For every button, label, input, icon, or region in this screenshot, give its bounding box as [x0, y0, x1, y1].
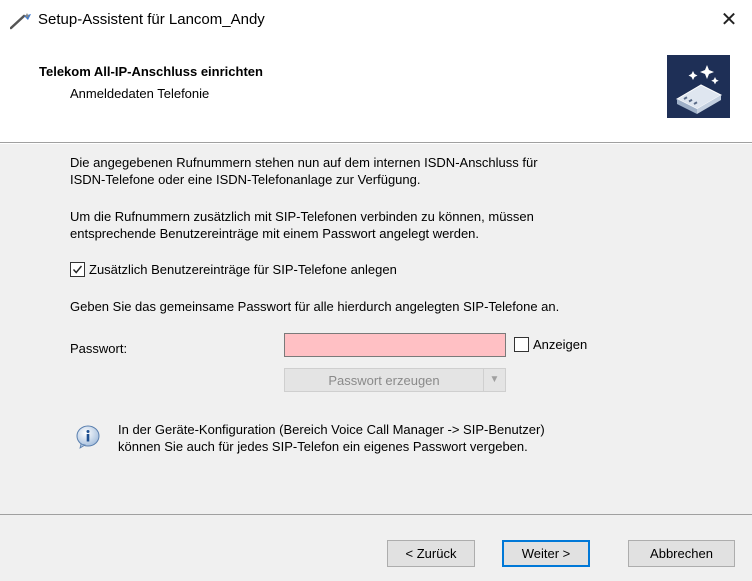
- next-button[interactable]: Weiter >: [502, 540, 590, 567]
- title-bar: Setup-Assistent für Lancom_Andy ✕: [0, 0, 752, 42]
- sip-users-checkbox-label: Zusätzlich Benutzereinträge für SIP-Tele…: [89, 262, 397, 277]
- intro-paragraph-2: Um die Rufnummern zusätzlich mit SIP-Tel…: [70, 208, 534, 242]
- wizard-footer: < Zurück Weiter > Abbrechen: [0, 515, 752, 581]
- chevron-down-icon[interactable]: ▼: [483, 369, 505, 391]
- password-label: Passwort:: [70, 341, 128, 356]
- page-subtitle: Anmeldedaten Telefonie: [70, 86, 210, 101]
- text-line: In der Geräte-Konfiguration (Bereich Voi…: [118, 422, 545, 437]
- password-instruction: Geben Sie das gemeinsame Passwort für al…: [70, 299, 560, 314]
- text-line: Die angegebenen Rufnummern stehen nun au…: [70, 155, 538, 170]
- text-line: Um die Rufnummern zusätzlich mit SIP-Tel…: [70, 209, 534, 224]
- cancel-button[interactable]: Abbrechen: [628, 540, 735, 567]
- back-button[interactable]: < Zurück: [387, 540, 475, 567]
- close-icon: ✕: [720, 9, 738, 31]
- wizard-device-icon: [667, 55, 730, 118]
- text-line: ISDN-Telefone oder eine ISDN-Telefonanla…: [70, 172, 421, 187]
- info-text: In der Geräte-Konfiguration (Bereich Voi…: [118, 421, 545, 455]
- page-title: Telekom All-IP-Anschluss einrichten: [39, 64, 263, 79]
- window-title: Setup-Assistent für Lancom_Andy: [38, 11, 265, 28]
- generate-password-label: Passwort erzeugen: [328, 373, 440, 388]
- wizard-wand-icon: [10, 13, 31, 30]
- checkbox-box[interactable]: [514, 337, 529, 352]
- close-button[interactable]: ✕: [706, 0, 752, 42]
- sip-users-checkbox[interactable]: Zusätzlich Benutzereinträge für SIP-Tele…: [70, 262, 397, 277]
- show-password-checkbox[interactable]: Anzeigen: [514, 337, 587, 352]
- password-input[interactable]: [284, 333, 506, 357]
- checkbox-box[interactable]: [70, 262, 85, 277]
- wizard-content: Die angegebenen Rufnummern stehen nun au…: [0, 144, 752, 514]
- wizard-header: Telekom All-IP-Anschluss einrichten Anme…: [0, 42, 752, 142]
- generate-password-button[interactable]: Passwort erzeugen ▼: [284, 368, 506, 392]
- info-icon: [76, 425, 100, 449]
- text-line: können Sie auch für jedes SIP-Telefon ei…: [118, 439, 528, 454]
- intro-paragraph-1: Die angegebenen Rufnummern stehen nun au…: [70, 154, 538, 188]
- show-password-label: Anzeigen: [533, 337, 588, 352]
- checkmark-icon: [72, 265, 83, 274]
- text-line: entsprechende Benutzereinträge mit einem…: [70, 226, 480, 241]
